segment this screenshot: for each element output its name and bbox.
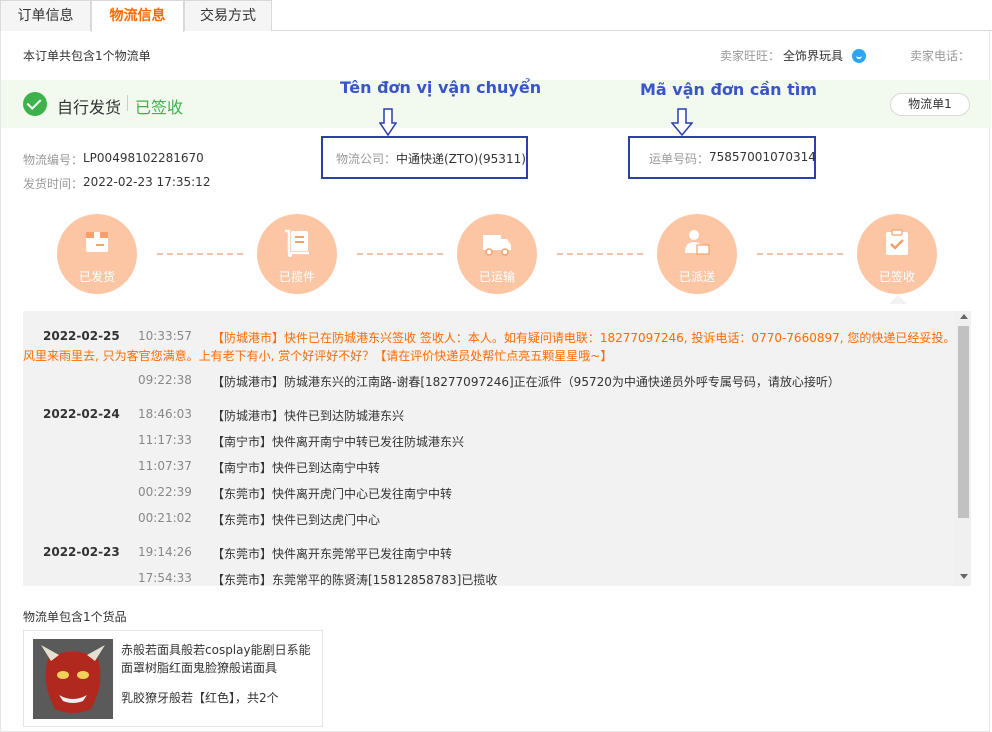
tab-logistics-info[interactable]: 物流信息 bbox=[91, 0, 184, 32]
ship-mode: 自行发货 bbox=[57, 98, 122, 117]
carrier-label: 物流公司： bbox=[336, 152, 397, 166]
goods-card[interactable]: 赤般若面具般若cosplay能剧日系能面罩树脂红面鬼脸獠般诺面具 乳胶獠牙般若【… bbox=[23, 630, 323, 727]
step-label: 已签收 bbox=[878, 270, 915, 284]
carrier-value: 中通快递(ZTO)(95311) bbox=[396, 152, 526, 166]
seller-wangwang-label: 卖家旺旺： bbox=[720, 49, 781, 63]
step-picked-up: 已揽件 bbox=[257, 214, 337, 294]
carrier-annotation: Tên đơn vị vận chuyển bbox=[340, 78, 542, 97]
step-label: 已揽件 bbox=[278, 270, 315, 284]
carrier-highlight-box: 物流公司： 中通快递(ZTO)(95311) bbox=[321, 136, 528, 179]
tracking-time: 11:17:33 bbox=[138, 433, 192, 447]
down-arrow-icon bbox=[379, 108, 397, 136]
tracking-date: 2022-02-25 bbox=[43, 329, 120, 343]
tracking-time: 17:54:33 bbox=[138, 571, 192, 585]
chat-icon[interactable] bbox=[852, 49, 866, 63]
tracking-time: 10:33:57 bbox=[138, 329, 192, 343]
scroll-up-icon[interactable] bbox=[960, 314, 968, 319]
product-image[interactable] bbox=[33, 639, 113, 719]
step-signed: 已签收 bbox=[857, 214, 937, 294]
mask-image bbox=[33, 639, 113, 719]
tracking-text: 【东莞市】东莞常平的陈贤涛[15812858783]已揽收 bbox=[212, 573, 498, 586]
seller-phone-label: 卖家电话： bbox=[910, 49, 971, 63]
tracking-text: 【防城港市】防城港东兴的江南路-谢春[18277097246]正在派件（9572… bbox=[212, 375, 840, 389]
tracking-time: 00:21:02 bbox=[138, 511, 192, 525]
seller-wangwang-name[interactable]: 全饰界玩具 bbox=[783, 47, 843, 64]
truck-icon bbox=[483, 235, 511, 256]
tracking-text: 【东莞市】快件离开虎门中心已发往南宁中转 bbox=[212, 487, 453, 501]
shipment-id-value: LP00498102281670 bbox=[83, 151, 204, 165]
status-text: 已签收 bbox=[135, 98, 184, 117]
tracking-text: 【南宁市】快件已到达南宁中转 bbox=[212, 461, 381, 475]
goods-sku: 乳胶獠牙般若【红色】，共2个 bbox=[121, 691, 279, 705]
tracking-time: 19:14:26 bbox=[138, 545, 192, 559]
tracking-time: 09:22:38 bbox=[138, 373, 192, 387]
step-in-transit: 已运输 bbox=[457, 214, 537, 294]
status-divider bbox=[127, 95, 128, 111]
shipment-id-label: 物流编号： bbox=[23, 153, 84, 167]
cart-icon bbox=[285, 229, 309, 257]
tracking-time: 18:46:03 bbox=[138, 407, 192, 421]
step-label: 已发货 bbox=[78, 270, 115, 284]
step-label: 已运输 bbox=[478, 270, 515, 284]
order-summary: 本订单共包含1个物流单 bbox=[23, 49, 151, 63]
step-label: 已派送 bbox=[678, 270, 715, 284]
scroll-down-icon[interactable] bbox=[960, 574, 968, 579]
tracking-text: 【防城港市】快件已在防城港东兴签收 签收人：本人。如有疑问请电联：1827709… bbox=[212, 331, 956, 345]
tracking-number: 75857001070314 bbox=[709, 150, 816, 164]
tracking-date: 2022-02-24 bbox=[43, 407, 120, 421]
tab-order-info[interactable]: 订单信息 bbox=[0, 0, 91, 31]
tracking-time: 11:07:37 bbox=[138, 459, 192, 473]
check-circle-icon bbox=[23, 92, 47, 116]
tracking-text: 【南宁市】快件离开南宁中转已发往防城港东兴 bbox=[212, 435, 465, 449]
tracking-text-continued: 风里来雨里去, 只为客官您满意。上有老下有小, 赏个好评好不好？【请在评价快递员… bbox=[23, 349, 613, 363]
tracking-text: 【东莞市】快件已到达虎门中心 bbox=[212, 513, 381, 527]
step-shipped: 已发货 bbox=[57, 214, 137, 294]
ship-time-value: 2022-02-23 17:35:12 bbox=[83, 175, 211, 189]
step-delivering: 已派送 bbox=[657, 214, 737, 294]
tracking-text: 【东莞市】快件离开东莞常平已发往南宁中转 bbox=[212, 547, 453, 561]
ship-time-label: 发货时间： bbox=[23, 177, 84, 191]
tracking-time: 00:22:39 bbox=[138, 485, 192, 499]
goods-title: 物流单包含1个货品 bbox=[23, 610, 127, 624]
tracking-date: 2022-02-23 bbox=[43, 545, 120, 559]
tracking-label: 运单号码： bbox=[649, 152, 710, 166]
step-connector bbox=[357, 253, 443, 255]
logistics-order-button[interactable]: 物流单1 bbox=[890, 93, 970, 116]
clipboard-check-icon bbox=[886, 229, 908, 255]
step-connector bbox=[557, 253, 643, 255]
tab-bar: 订单信息 物流信息 交易方式 bbox=[0, 0, 992, 32]
tracking-highlight-box: 运单号码： 75857001070314 bbox=[628, 136, 816, 179]
goods-name[interactable]: 赤般若面具般若cosplay能剧日系能面罩树脂红面鬼脸獠般诺面具 bbox=[121, 641, 316, 677]
down-arrow-icon bbox=[671, 108, 693, 136]
step-connector bbox=[157, 253, 243, 255]
step-pointer bbox=[889, 295, 907, 304]
box-icon bbox=[86, 232, 108, 252]
step-connector bbox=[757, 253, 843, 255]
tracking-text: 【防城港市】快件已到达防城港东兴 bbox=[212, 409, 405, 423]
courier-icon bbox=[685, 230, 710, 255]
scrollbar-thumb[interactable] bbox=[958, 326, 969, 518]
tracking-list[interactable]: 2022-02-25 10:33:57 【防城港市】快件已在防城港东兴签收 签收… bbox=[23, 311, 971, 586]
tracking-annotation: Mã vận đơn cần tìm bbox=[640, 80, 817, 99]
tab-payment-method[interactable]: 交易方式 bbox=[184, 0, 272, 31]
progress-steps: 已发货 已揽件 已运输 已派送 已签收 bbox=[0, 210, 992, 300]
